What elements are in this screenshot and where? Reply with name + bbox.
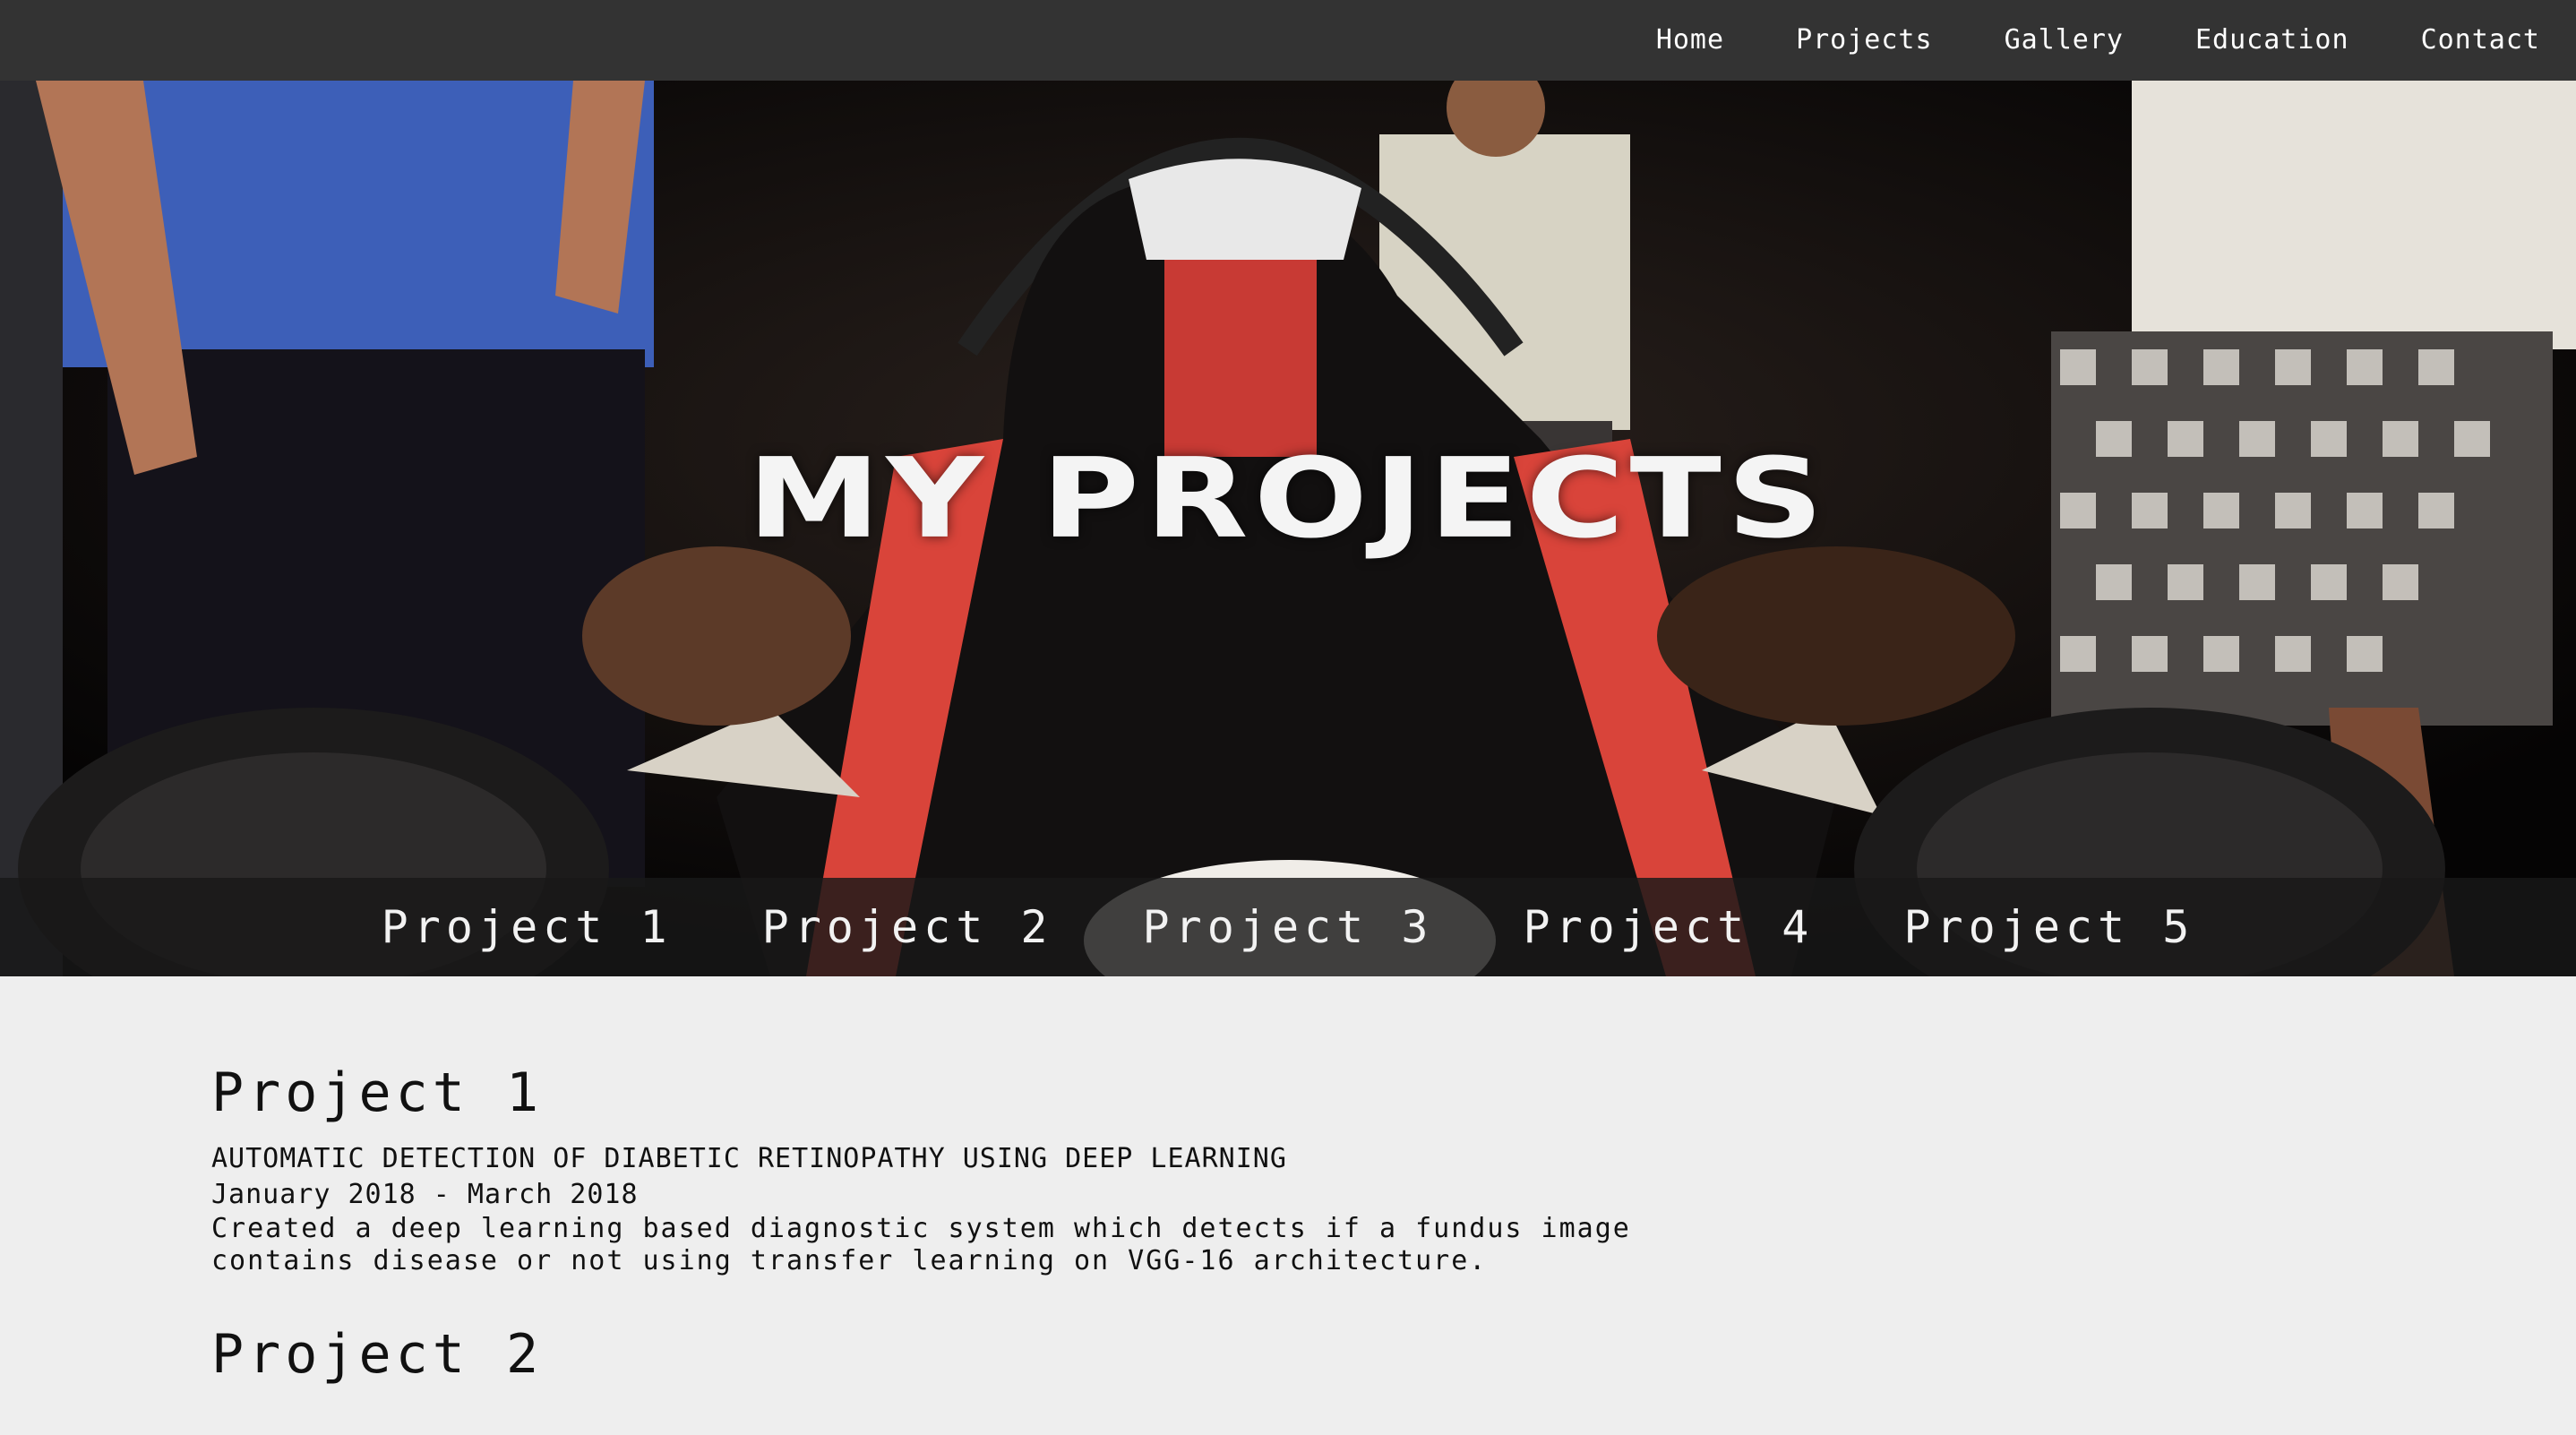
project-subnav: Project 1 Project 2 Project 3 Project 4 … bbox=[0, 878, 2576, 976]
project-1-description: Created a deep learning based diagnostic… bbox=[211, 1213, 1631, 1276]
projects-content: Project 1 AUTOMATIC DETECTION OF DIABETI… bbox=[211, 1057, 2361, 1431]
nav-education-link[interactable]: Education bbox=[2160, 0, 2385, 81]
hero-title: MY PROJECTS bbox=[747, 434, 1829, 563]
subnav-project-4-link[interactable]: Project 4 bbox=[1478, 901, 1859, 953]
subnav-project-3-link[interactable]: Project 3 bbox=[1098, 901, 1479, 953]
nav-gallery-link[interactable]: Gallery bbox=[1969, 0, 2160, 81]
nav-projects-link[interactable]: Projects bbox=[1760, 0, 1969, 81]
project-1-section: Project 1 AUTOMATIC DETECTION OF DIABETI… bbox=[211, 1057, 2361, 1277]
subnav-project-2-link[interactable]: Project 2 bbox=[717, 901, 1098, 953]
subnav-project-1-link[interactable]: Project 1 bbox=[337, 901, 717, 953]
project-2-heading: Project 2 bbox=[211, 1323, 544, 1386]
project-1-date: January 2018 - March 2018 bbox=[211, 1179, 639, 1210]
project-2-section: Project 2 bbox=[211, 1319, 2361, 1390]
hero-banner: MY PROJECTS Project 1 Project 2 Project … bbox=[0, 81, 2576, 976]
project-1-title: AUTOMATIC DETECTION OF DIABETIC RETINOPA… bbox=[211, 1143, 1287, 1174]
nav-home-link[interactable]: Home bbox=[1620, 0, 1760, 81]
top-navigation: Home Projects Gallery Education Contact bbox=[0, 0, 2576, 81]
nav-contact-link[interactable]: Contact bbox=[2385, 0, 2576, 81]
project-1-heading: Project 1 bbox=[211, 1061, 544, 1124]
subnav-project-5-link[interactable]: Project 5 bbox=[1859, 901, 2239, 953]
